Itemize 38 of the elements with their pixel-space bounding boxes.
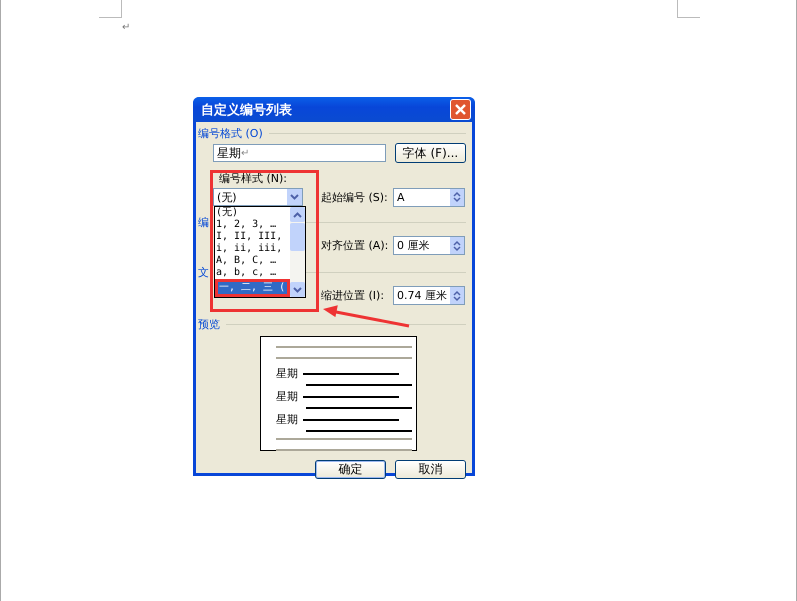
- start-at-field[interactable]: A: [393, 188, 465, 206]
- font-button[interactable]: 字体 (F)...: [394, 143, 466, 163]
- scroll-up-button[interactable]: [290, 207, 305, 222]
- group-label: 文: [198, 264, 209, 280]
- spin-arrows-icon: [450, 237, 464, 254]
- close-button[interactable]: [450, 99, 471, 120]
- list-option[interactable]: A, B, C, …: [215, 255, 290, 267]
- group-label: 编: [198, 214, 209, 230]
- list-option[interactable]: a, b, c, …: [215, 267, 290, 279]
- group-label: 编号格式 (O): [198, 126, 263, 140]
- field-label: 缩进位置 (I):: [321, 288, 386, 303]
- page-corner-mark: [99, 0, 122, 18]
- format-field[interactable]: 星期↵: [213, 144, 386, 162]
- indent-at-field[interactable]: 0.74 厘米: [393, 286, 465, 305]
- group-label: 预览: [198, 316, 220, 332]
- window-title: 自定义编号列表: [201, 102, 292, 118]
- scrollbar[interactable]: [290, 207, 305, 297]
- paragraph-mark: ↵: [122, 22, 130, 33]
- field-label: 起始编号 (S):: [321, 190, 389, 204]
- aligned-at-field[interactable]: 0 厘米: [393, 236, 465, 255]
- preview-text: 星期: [276, 389, 298, 404]
- scroll-down-button[interactable]: [290, 282, 305, 297]
- spin-arrows-icon: [450, 188, 464, 206]
- preview-text: 星期: [276, 366, 298, 381]
- ok-button[interactable]: 确定: [315, 460, 386, 479]
- list-option[interactable]: 1, 2, 3, …: [215, 219, 290, 231]
- preview-text: 星期: [276, 412, 298, 427]
- cancel-button[interactable]: 取消: [395, 460, 466, 479]
- list-option[interactable]: 一, 二, 三 (: [215, 279, 290, 297]
- field-label: 对齐位置 (A):: [321, 238, 390, 253]
- close-icon: [454, 103, 467, 116]
- page-corner-mark: [677, 0, 700, 18]
- style-dropdown[interactable]: (无): [213, 188, 303, 206]
- list-option[interactable]: i, ii, iii,: [215, 243, 290, 255]
- field-label: 编号样式 (N):: [219, 171, 288, 186]
- spin-arrows-icon: [450, 287, 464, 304]
- list-option[interactable]: I, II, III,: [215, 231, 290, 243]
- list-option[interactable]: (无): [215, 207, 290, 219]
